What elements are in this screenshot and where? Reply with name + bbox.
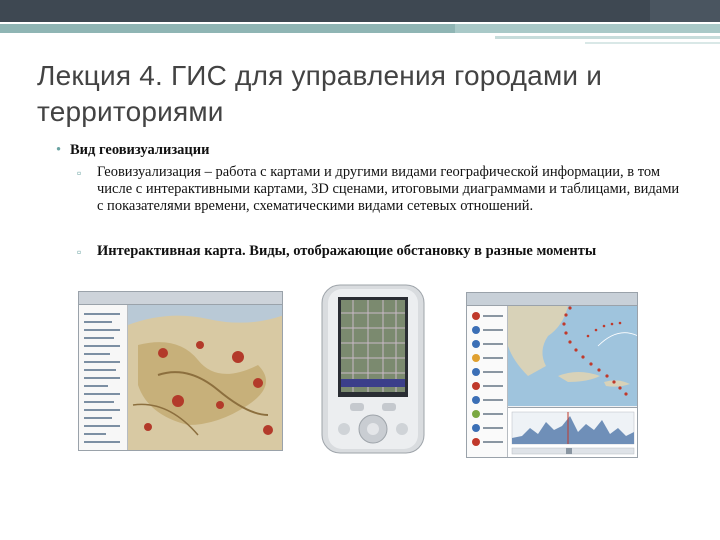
gis-desktop-screenshot bbox=[78, 291, 283, 451]
gis-table-of-contents bbox=[79, 305, 128, 450]
web-map-toolbar bbox=[467, 293, 637, 306]
gis-map-view bbox=[128, 305, 282, 450]
gis-toolbar bbox=[79, 292, 282, 305]
sub-bullet-marker: ▫ bbox=[77, 245, 82, 259]
pda-graphic bbox=[321, 284, 425, 454]
web-map-sidebar bbox=[467, 306, 508, 457]
header-bar-dark-segment bbox=[0, 0, 650, 22]
sub-bullet-2-text: Интерактивная карта. Виды, отображающие … bbox=[97, 243, 597, 259]
bullet-main: • Вид геовизуализации bbox=[56, 142, 210, 159]
slide-title: Лекция 4. ГИС для управления городами и … bbox=[37, 60, 603, 127]
sub-bullet-1-text: Геовизуализация – работа с картами и дру… bbox=[97, 164, 680, 214]
header-line-1 bbox=[495, 36, 720, 39]
time-series-graphic bbox=[511, 411, 635, 455]
header-bar-dark bbox=[0, 0, 720, 22]
sub-bullet-marker: ▫ bbox=[77, 166, 82, 180]
header-bar-teal-accent bbox=[455, 24, 720, 33]
header-line-2 bbox=[585, 42, 720, 44]
web-map-screenshot bbox=[466, 292, 638, 458]
hurricane-map-graphic bbox=[508, 306, 637, 396]
web-map-view bbox=[508, 306, 637, 406]
web-map-time-chart bbox=[508, 407, 637, 457]
sub-bullet-2: ▫ Интерактивная карта. Виды, отображающи… bbox=[77, 243, 687, 260]
pda-device-image bbox=[320, 283, 426, 455]
bullet-main-text: Вид геовизуализации bbox=[70, 142, 210, 158]
bullet-dot: • bbox=[56, 142, 62, 158]
sub-bullet-1: ▫ Геовизуализация – работа с картами и д… bbox=[77, 164, 687, 215]
gis-map-graphic bbox=[128, 315, 282, 450]
